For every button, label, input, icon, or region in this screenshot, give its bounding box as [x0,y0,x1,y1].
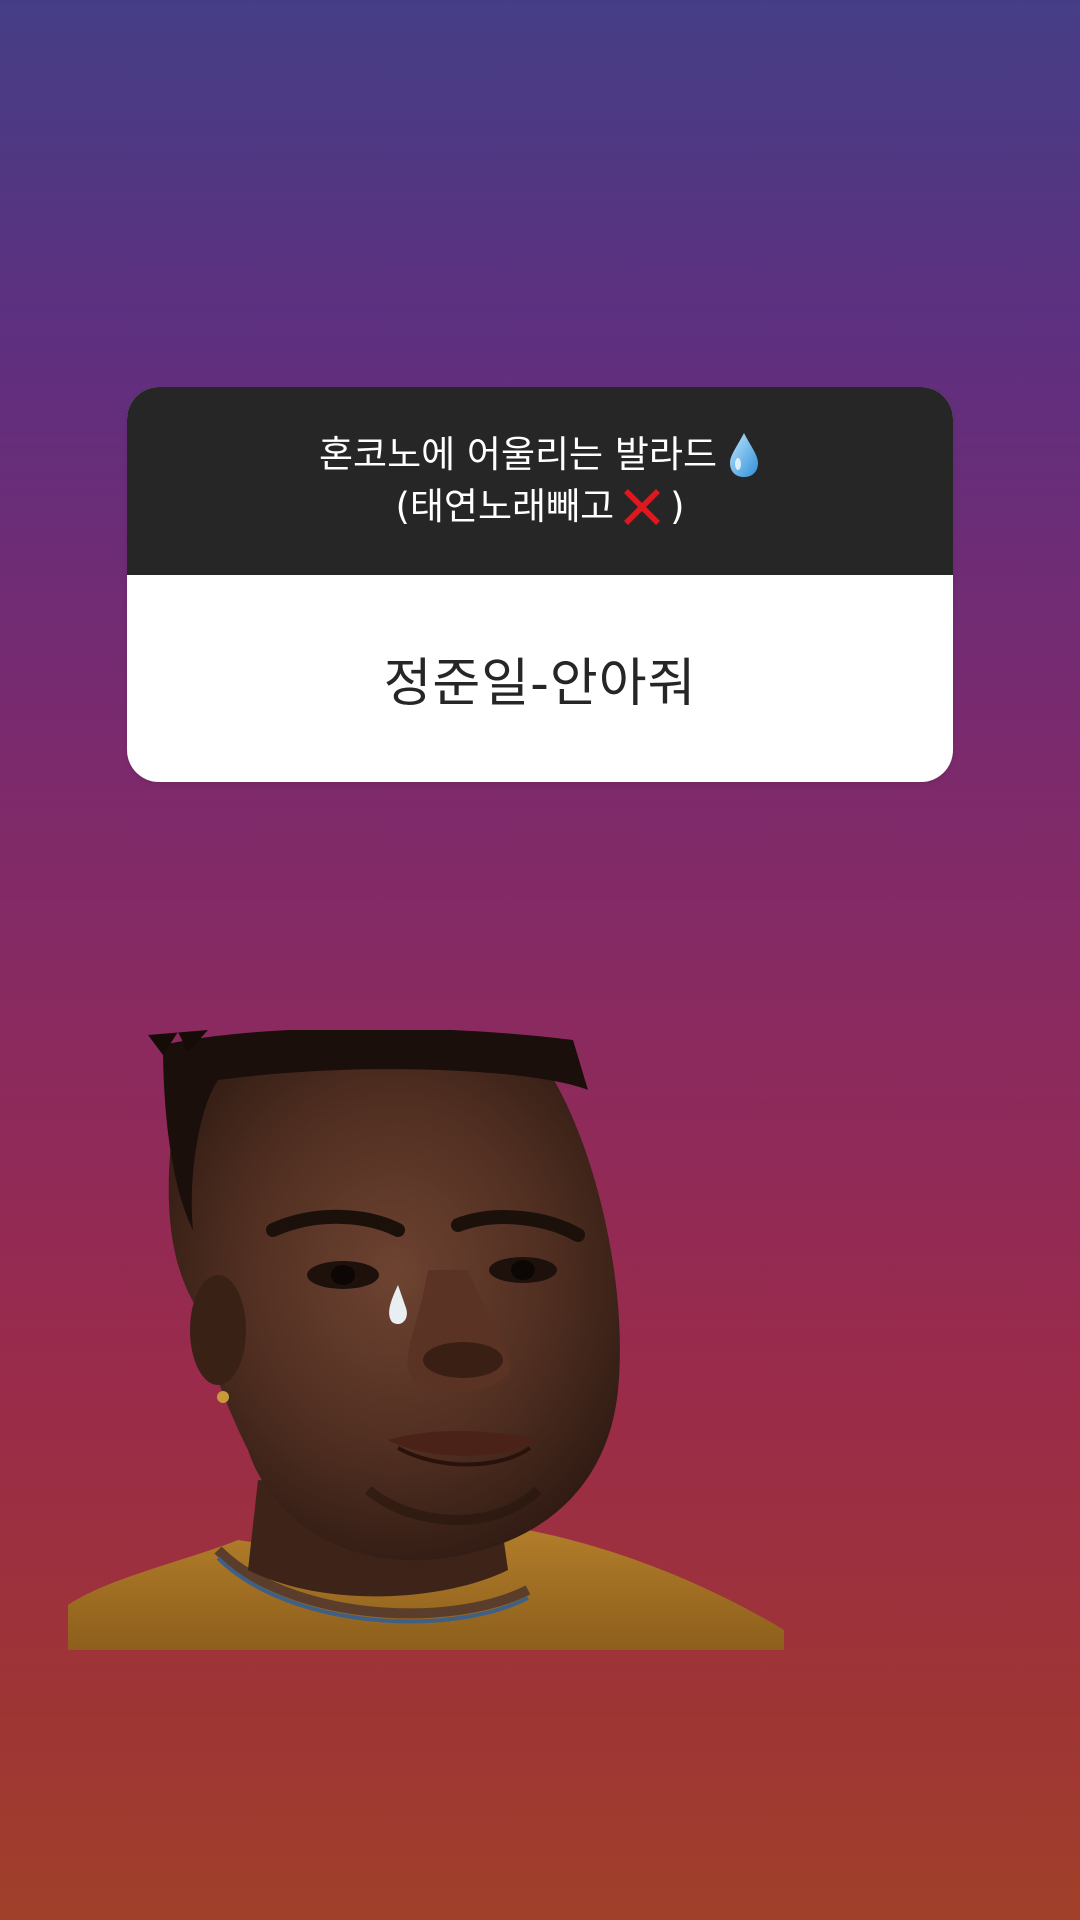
story-canvas: 혼코노에 어울리는 발라드 (태연노래빼고) 정준일-안아줘 [0,0,1080,1920]
question-header: 혼코노에 어울리는 발라드 (태연노래빼고) [127,387,953,575]
question-text: 혼코노에 어울리는 발라드 [319,433,717,476]
answer-text: 정준일-안아줘 [383,654,697,714]
question-text-3: ) [670,485,685,528]
crying-man-sticker[interactable] [68,1030,784,1650]
water-drop-icon [727,431,761,479]
red-cross-icon [616,481,668,533]
question-answer-sticker[interactable]: 혼코노에 어울리는 발라드 (태연노래빼고) 정준일-안아줘 [127,387,953,782]
answer-area: 정준일-안아줘 [127,575,953,782]
question-line-1: 혼코노에 어울리는 발라드 [319,429,761,481]
question-text-2: (태연노래빼고 [395,485,615,528]
question-line-2: (태연노래빼고 ) [395,481,684,533]
